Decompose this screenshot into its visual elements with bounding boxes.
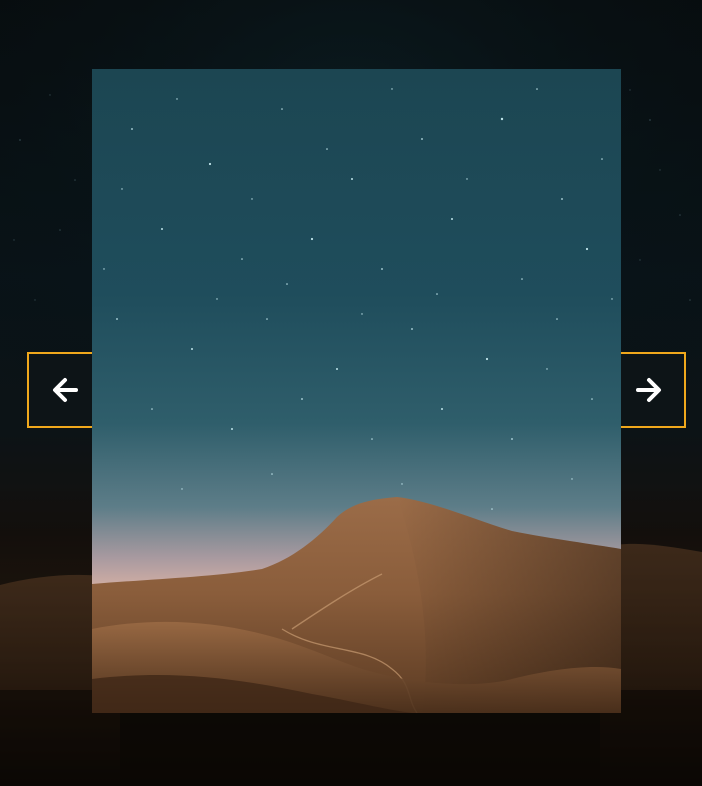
image-lightbox bbox=[0, 0, 702, 786]
arrow-right-icon bbox=[634, 375, 664, 405]
main-photo bbox=[92, 69, 621, 713]
arrow-left-icon bbox=[50, 375, 80, 405]
prev-image-button[interactable] bbox=[27, 352, 92, 428]
next-image-button[interactable] bbox=[621, 352, 686, 428]
